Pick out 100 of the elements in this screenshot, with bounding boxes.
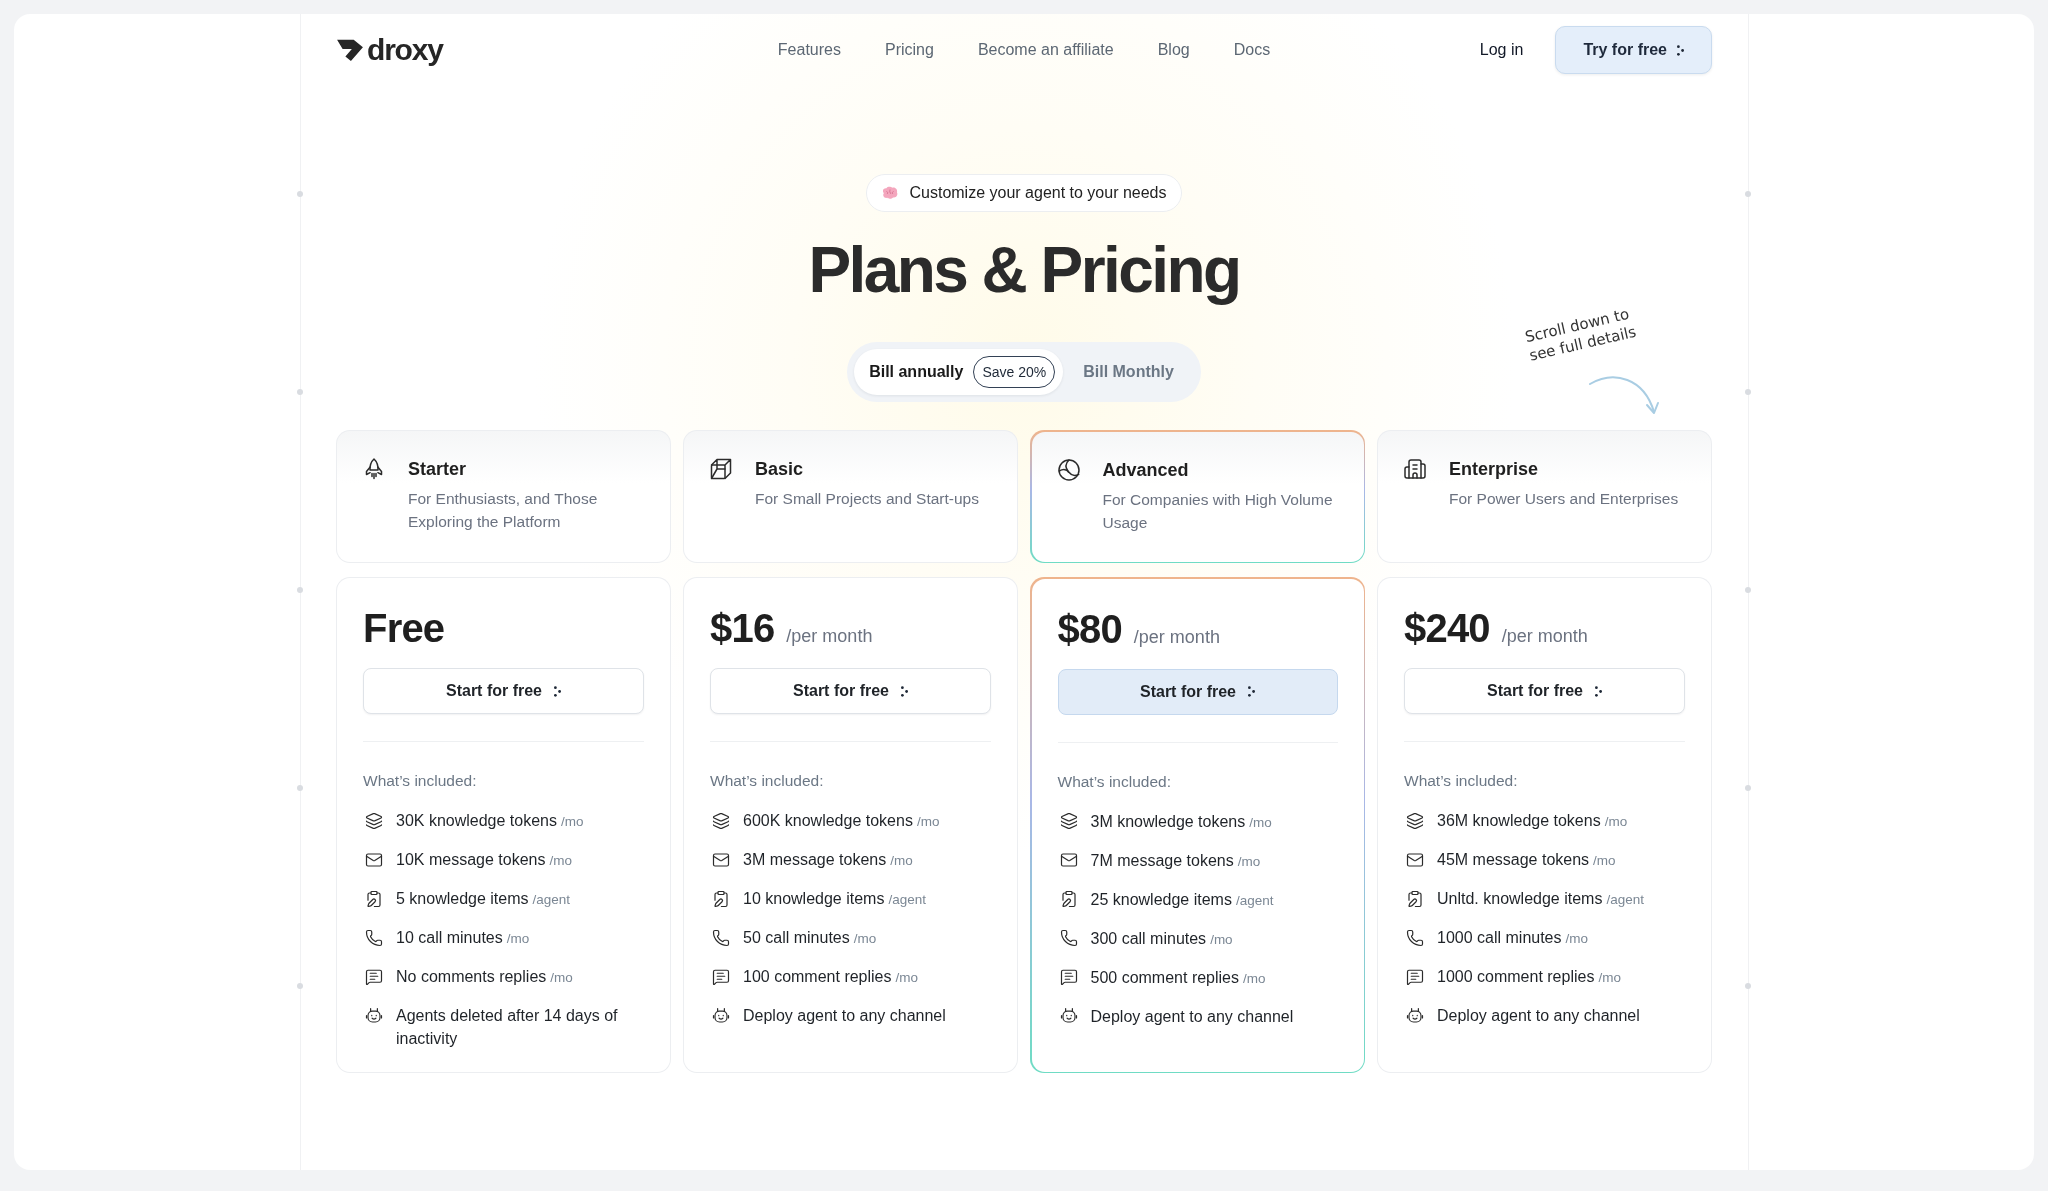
feature-text: 7M message tokens [1090, 851, 1234, 869]
feature-unit: /agent [888, 892, 926, 907]
plan-name: Enterprise [1449, 458, 1539, 481]
feature-text: 300 call minutes [1090, 929, 1207, 947]
start-button[interactable]: Start for free [710, 668, 991, 714]
feature-text: Deploy agent to any channel [1437, 1007, 1640, 1024]
logo-link[interactable]: droxy [336, 32, 443, 68]
login-link[interactable]: Log in [1479, 39, 1524, 61]
feature-text: 10K message tokens [396, 851, 546, 868]
nav-link[interactable]: Features [777, 39, 841, 61]
included-label: What’s included: [363, 771, 477, 791]
start-button[interactable]: Start for free [1404, 668, 1685, 714]
feature-text: No comments replies [396, 968, 547, 985]
plan-tagline: For Enthusiasts, and Those Exploring the Platform [408, 489, 599, 532]
feature-unit: /agent [1235, 892, 1274, 908]
nav-link[interactable]: Pricing [884, 39, 934, 61]
price-period: /per month [786, 625, 873, 648]
feature-unit: /mo [1237, 853, 1261, 869]
feature-text: 10 call minutes [396, 929, 503, 946]
feature-text: Deploy agent to any channel [743, 1007, 946, 1024]
feature-text: 10 knowledge items [743, 890, 885, 907]
feature-unit: /mo [890, 853, 913, 868]
dots-icon [1248, 686, 1255, 697]
feature-text: 45M message tokens [1437, 851, 1590, 868]
feature-text: Unltd. knowledge items [1437, 890, 1603, 907]
nav-link[interactable]: Become an affiliate [977, 39, 1114, 61]
phone-icon [365, 928, 383, 947]
plan-price: $80 [1057, 605, 1122, 653]
feature-unit: /mo [550, 970, 573, 985]
feature-unit: /mo [561, 814, 584, 829]
mail-icon [1059, 851, 1078, 869]
plan-name: Basic [755, 458, 804, 481]
cube-icon [709, 457, 733, 481]
included-label: What’s included: [1057, 771, 1171, 792]
phone-icon [1406, 928, 1424, 947]
feature-unit: /mo [895, 970, 919, 985]
nav-link[interactable]: Blog [1157, 39, 1190, 61]
chat-icon [365, 967, 383, 986]
feature-unit: /mo [1249, 814, 1272, 830]
dots-icon [1677, 44, 1684, 56]
feature-text: 1000 call minutes [1437, 929, 1562, 946]
start-button[interactable]: Start for free [1057, 668, 1338, 715]
feature-unit: /mo [549, 853, 572, 868]
logo-icon [336, 38, 364, 62]
robot-icon [1059, 1007, 1078, 1025]
plan-tagline: For Small Projects and Start-ups [755, 489, 980, 509]
nav-link[interactable]: Docs [1233, 39, 1271, 61]
chat-icon [712, 967, 730, 986]
dots-icon [554, 685, 561, 697]
mail-icon [365, 850, 383, 869]
plan-price: $16 [710, 605, 775, 652]
chat-icon [1059, 968, 1078, 986]
feature-text: 3M knowledge tokens [1090, 812, 1246, 830]
feature-text: 50 call minutes [743, 929, 850, 946]
plan-tagline: For Power Users and Enterprises [1449, 489, 1680, 509]
billing-option[interactable]: Bill Monthly [1063, 349, 1194, 395]
plan-name: Advanced [1102, 458, 1189, 482]
mail-icon [1406, 850, 1424, 869]
robot-icon [365, 1006, 383, 1025]
start-button[interactable]: Start for free [363, 668, 644, 714]
brain-icon [881, 186, 900, 200]
feature-unit: /mo [506, 931, 530, 946]
try-free-button[interactable]: Try for free [1555, 26, 1712, 74]
feature-text: Agents deleted after 14 days of inactivity [396, 1007, 618, 1047]
feature-text: Deploy agent to any channel [1090, 1007, 1294, 1025]
feature-text: 500 comment replies [1090, 968, 1239, 986]
layers-icon [365, 811, 383, 830]
feature-text: 36M knowledge tokens [1437, 812, 1601, 829]
included-label: What’s included: [710, 771, 824, 791]
layers-icon [1059, 812, 1078, 830]
feature-unit: /mo [916, 814, 940, 829]
clipboard-icon [712, 889, 730, 908]
feature-unit: /agent [1606, 892, 1644, 907]
chat-icon [1406, 967, 1424, 986]
feature-text: 1000 comment replies [1437, 968, 1595, 985]
billing-option[interactable]: Bill annually Save 20% [854, 349, 1064, 395]
clipboard-icon [365, 889, 383, 908]
feature-unit: /mo [1565, 931, 1589, 946]
plan-tagline: For Companies with High Volume Usage [1102, 489, 1334, 533]
price-period: /per month [1501, 625, 1588, 648]
feature-text: 3M message tokens [743, 851, 887, 868]
feature-text: 25 knowledge items [1090, 890, 1232, 908]
robot-icon [1406, 1006, 1424, 1025]
feature-text: 5 knowledge items [396, 890, 529, 907]
layers-icon [1406, 811, 1424, 830]
phone-icon [1059, 929, 1078, 947]
layers-icon [712, 811, 730, 830]
robot-icon [712, 1006, 730, 1025]
clipboard-icon [1059, 890, 1078, 908]
clipboard-icon [1406, 889, 1424, 908]
page-title: Plans & Pricing [808, 234, 1240, 306]
plan-price: $240 [1404, 605, 1490, 652]
feature-text: 30K knowledge tokens [396, 812, 557, 829]
plan-price: Free [363, 605, 445, 652]
price-period: /per month [1133, 625, 1220, 649]
plan-name: Starter [408, 458, 467, 481]
feature-unit: /mo [1210, 931, 1233, 947]
dots-icon [901, 685, 908, 697]
feature-unit: /mo [1604, 814, 1628, 829]
included-label: What’s included: [1404, 771, 1518, 791]
